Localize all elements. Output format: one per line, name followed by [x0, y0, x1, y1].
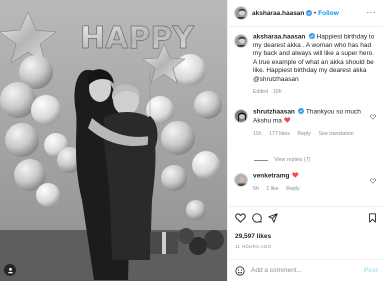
heart-icon[interactable] [235, 213, 246, 223]
smiley-icon[interactable] [235, 265, 245, 276]
comment-item: shrutzhaasan Thankyou so much Akshu ma 1… [234, 108, 380, 138]
add-comment-bar: Post [228, 259, 383, 281]
bookmark-icon[interactable] [368, 213, 377, 223]
reply-button[interactable]: Reply [297, 131, 311, 137]
comment-time: 5h [253, 185, 259, 192]
comment-likes[interactable]: 177 likes [269, 131, 290, 137]
separator-dot: • [313, 9, 317, 17]
birthday-photo: HAPPY [0, 0, 227, 281]
avatar-image [235, 7, 247, 19]
avatar[interactable] [234, 6, 248, 20]
share-icon[interactable] [268, 213, 278, 223]
verified-icon [308, 33, 315, 39]
comment-text-block: venketramg 5h 1 like Reply [253, 172, 375, 193]
author-username[interactable]: aksharaa.haasan [252, 10, 304, 17]
caption-block: aksharaa.haasan Happiest birthday to my … [234, 33, 380, 96]
view-replies-label: View replies (7) [274, 157, 311, 163]
verified-icon [298, 108, 305, 114]
red-heart-emoji [292, 172, 299, 178]
caption-text-block: aksharaa.haasan Happiest birthday to my … [253, 33, 375, 96]
comment-heart-icon[interactable] [370, 178, 376, 184]
red-heart-emoji [283, 117, 291, 123]
add-comment-input[interactable] [251, 267, 351, 274]
view-replies-line [254, 159, 268, 161]
caption-avatar[interactable] [234, 34, 248, 48]
caption-username[interactable]: aksharaa.haasan [253, 34, 305, 41]
post-header: aksharaa.haasan • Follow ··· [228, 0, 383, 27]
post-actions [228, 206, 383, 228]
post-photo[interactable]: HAPPY [0, 0, 227, 281]
balloon-letters: HAPPY [80, 21, 195, 56]
comment-meta: 5h 1 like Reply [253, 185, 375, 193]
comment-username[interactable]: venketramg [253, 173, 290, 180]
comment-avatar[interactable] [234, 173, 248, 187]
comment-item: venketramg 5h 1 like Reply [234, 172, 380, 193]
post-comment-button[interactable]: Post [364, 267, 378, 274]
comment-meta: 11h 177 likes Reply See translation [253, 130, 375, 138]
likes-count[interactable]: 29,597 likes [235, 233, 271, 240]
user-tag-icon[interactable] [4, 264, 16, 276]
avatar-image [235, 174, 247, 186]
comment-text-block: shrutzhaasan Thankyou so much Akshu ma 1… [253, 108, 375, 138]
more-icon[interactable]: ··· [367, 9, 377, 17]
post-age: 11 HOURS AGO [235, 244, 272, 249]
see-translation-button[interactable]: See translation [318, 131, 353, 137]
comment-username[interactable]: shrutzhaasan [253, 109, 295, 116]
comment-icon[interactable] [252, 213, 262, 223]
avatar-image [235, 35, 247, 47]
view-replies-button[interactable]: View replies (7) [254, 157, 310, 163]
avatar-image [235, 110, 247, 122]
comment-time: 11h [253, 130, 262, 137]
person-glyph-icon [7, 267, 13, 273]
comment-likes[interactable]: 1 like [266, 186, 278, 192]
reply-button[interactable]: Reply [286, 186, 300, 192]
comment-avatar[interactable] [234, 109, 248, 123]
follow-button[interactable]: Follow [318, 10, 339, 17]
verified-icon [305, 10, 312, 16]
post-side-panel: aksharaa.haasan • Follow ··· aksharaa.ha… [227, 0, 383, 281]
caption-meta: Edited · 10h [253, 88, 282, 95]
comment-heart-icon[interactable] [370, 114, 376, 120]
